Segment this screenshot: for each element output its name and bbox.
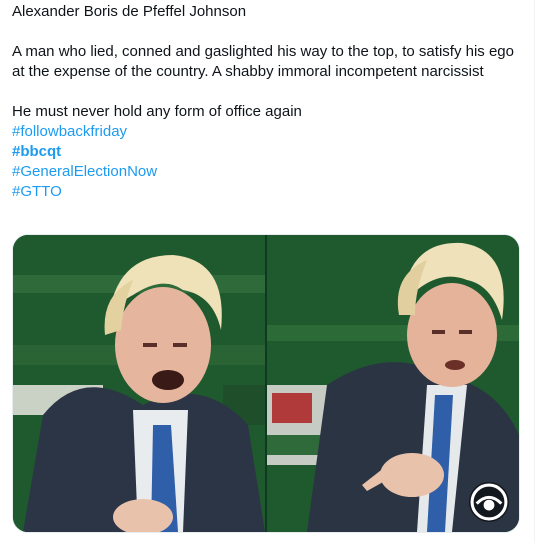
eye-badge-icon[interactable]: [469, 482, 509, 522]
media-grid: [12, 234, 520, 533]
tweet-text: Alexander Boris de Pfeffel Johnson A man…: [12, 2, 517, 202]
hashtag-gtto[interactable]: #GTTO: [12, 182, 517, 202]
timeline-border: [534, 0, 535, 543]
hashtag-bbcqt[interactable]: #bbcqt: [12, 142, 517, 162]
hashtag-generalelectionnow[interactable]: #GeneralElectionNow: [12, 162, 517, 182]
hashtag-followbackfriday[interactable]: #followbackfriday: [12, 122, 517, 142]
eye-icon: [470, 483, 508, 521]
photo-left[interactable]: [13, 235, 265, 532]
photo-right[interactable]: [267, 235, 519, 532]
tweet-line-body: A man who lied, conned and gaslighted hi…: [12, 43, 514, 80]
tweet-line-closing: He must never hold any form of office ag…: [12, 103, 302, 120]
politician-shouting-photo-icon: [13, 235, 265, 532]
tweet-line-name: Alexander Boris de Pfeffel Johnson: [12, 3, 247, 20]
